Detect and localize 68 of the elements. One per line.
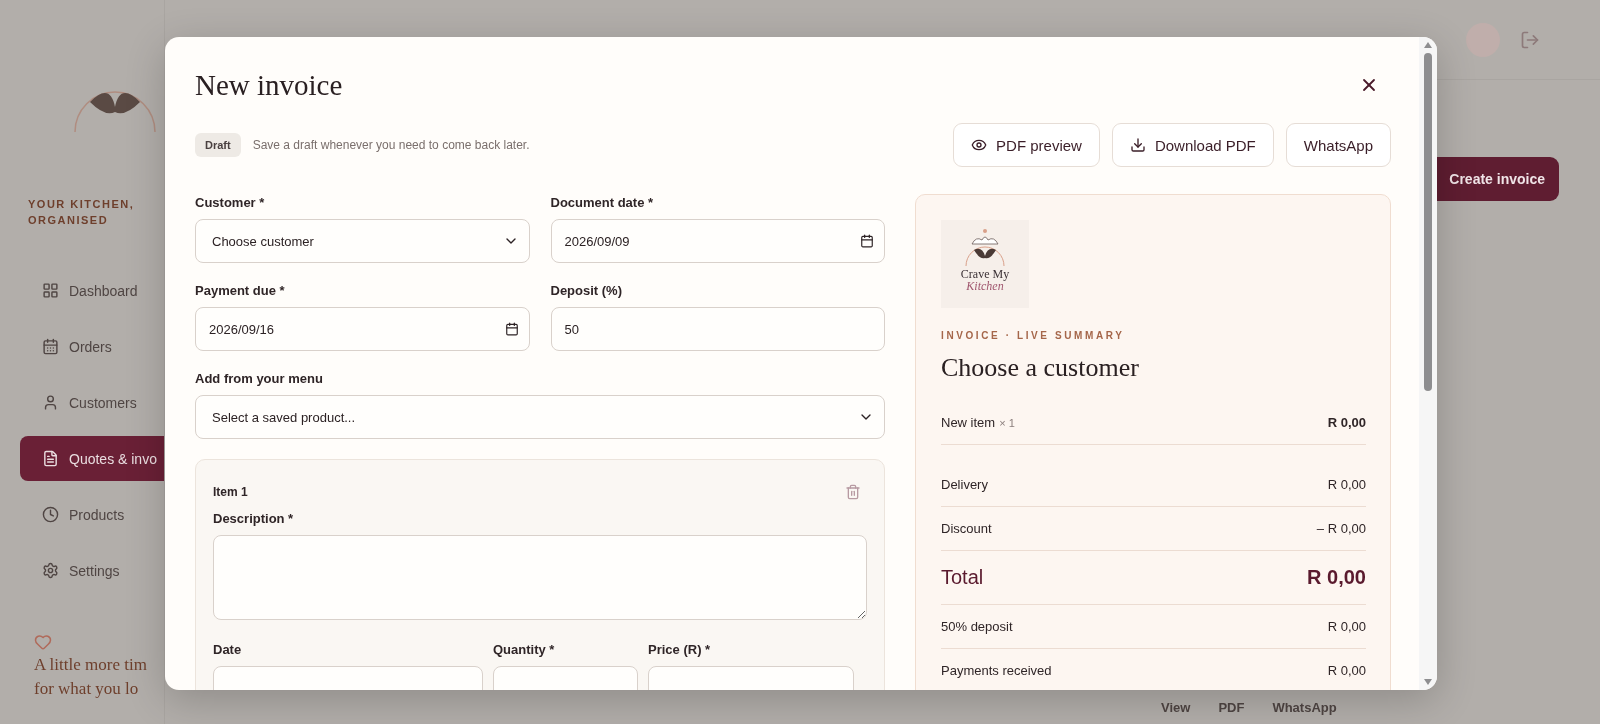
tagline: YOUR KITCHEN, ORGANISED: [28, 197, 136, 228]
trash-icon: [845, 484, 861, 500]
description-field[interactable]: [213, 535, 867, 620]
field-label: Add from your menu: [195, 370, 324, 388]
field-label: Deposit (%): [550, 282, 623, 300]
nav-icon: [42, 282, 59, 299]
status-badge: Draft: [195, 133, 241, 157]
hint-text: Save a draft whenever you need to come back later.: [252, 138, 530, 152]
nav-icon: [42, 338, 59, 355]
action-button[interactable]: Download PDF: [1111, 123, 1274, 167]
scroll-down-icon[interactable]: [1423, 678, 1433, 686]
line-label: Discount: [941, 521, 992, 536]
field-label: Quantity *: [493, 641, 556, 659]
logo-icon: [73, 90, 157, 134]
field-label: Date: [213, 641, 243, 659]
nav-icon: [42, 450, 59, 467]
line-label: 50% deposit: [941, 619, 1013, 634]
note-text: A little more tim: [34, 655, 148, 675]
nav-icon: [42, 562, 59, 579]
field-label: Description *: [213, 510, 295, 528]
line-amount: R 0,00: [1307, 566, 1366, 589]
line-amount: R 0,00: [1327, 619, 1366, 634]
delete-button[interactable]: [845, 484, 861, 500]
line-amount: – R 0,00: [1316, 521, 1366, 536]
line-amount: R 0,00: [1327, 477, 1366, 492]
date-field[interactable]: 2026/09/09: [550, 219, 885, 263]
eye-icon: [971, 137, 988, 153]
line-label: Total: [941, 566, 984, 589]
nav-item[interactable]: Settings: [20, 548, 164, 593]
item-title: Item 1: [213, 485, 248, 499]
logo: Crave My Kitchen: [941, 220, 1029, 308]
row-action-link[interactable]: View: [1161, 700, 1191, 720]
nav-item[interactable]: Products: [20, 492, 164, 537]
note-text: for what you lo: [34, 679, 140, 699]
nav-item[interactable]: Customers: [20, 380, 164, 425]
scroll-up-icon[interactable]: [1423, 41, 1433, 49]
line-label: New item × 1: [941, 415, 1015, 430]
action-button[interactable]: WhatsApp: [1285, 123, 1391, 167]
dialog-title: New invoice: [195, 68, 343, 102]
row-action-link[interactable]: WhatsApp: [1272, 700, 1337, 720]
line-amount: R 0,00: [1327, 415, 1366, 430]
field-label: Customer *: [195, 194, 266, 212]
nav-icon: [42, 506, 59, 523]
nav-item[interactable]: Orders: [20, 324, 164, 369]
summary-heading: Choose a customer: [941, 353, 1140, 383]
line-label: Payments received: [941, 663, 1052, 678]
field-label: Payment due *: [195, 282, 286, 300]
nav-item[interactable]: Quotes & invo: [20, 436, 164, 481]
deposit-field[interactable]: 50: [550, 307, 885, 351]
scrollbar[interactable]: [1419, 37, 1437, 690]
download-icon: [1129, 137, 1146, 153]
logout-icon[interactable]: [1520, 29, 1540, 50]
calendar-icon: [860, 234, 874, 248]
action-button[interactable]: PDF preview: [953, 123, 1100, 167]
product-select[interactable]: Select a saved product...: [195, 395, 885, 439]
eyebrow-text: INVOICE · LIVE SUMMARY: [941, 330, 1126, 341]
date-field[interactable]: 2026/09/16: [195, 307, 530, 351]
line-label: Delivery: [941, 477, 988, 492]
nav-icon: [42, 394, 59, 411]
scrollbar-thumb[interactable]: [1424, 53, 1432, 391]
customer-select[interactable]: Choose customer: [195, 219, 530, 263]
heart-icon: [34, 633, 52, 651]
nav-item[interactable]: Dashboard: [20, 268, 164, 313]
field-label: Document date *: [550, 194, 655, 212]
field-label: Price (R) *: [648, 641, 712, 659]
row-action-link[interactable]: PDF: [1218, 700, 1245, 720]
calendar-icon: [504, 322, 519, 336]
line-amount: R 0,00: [1327, 663, 1366, 678]
